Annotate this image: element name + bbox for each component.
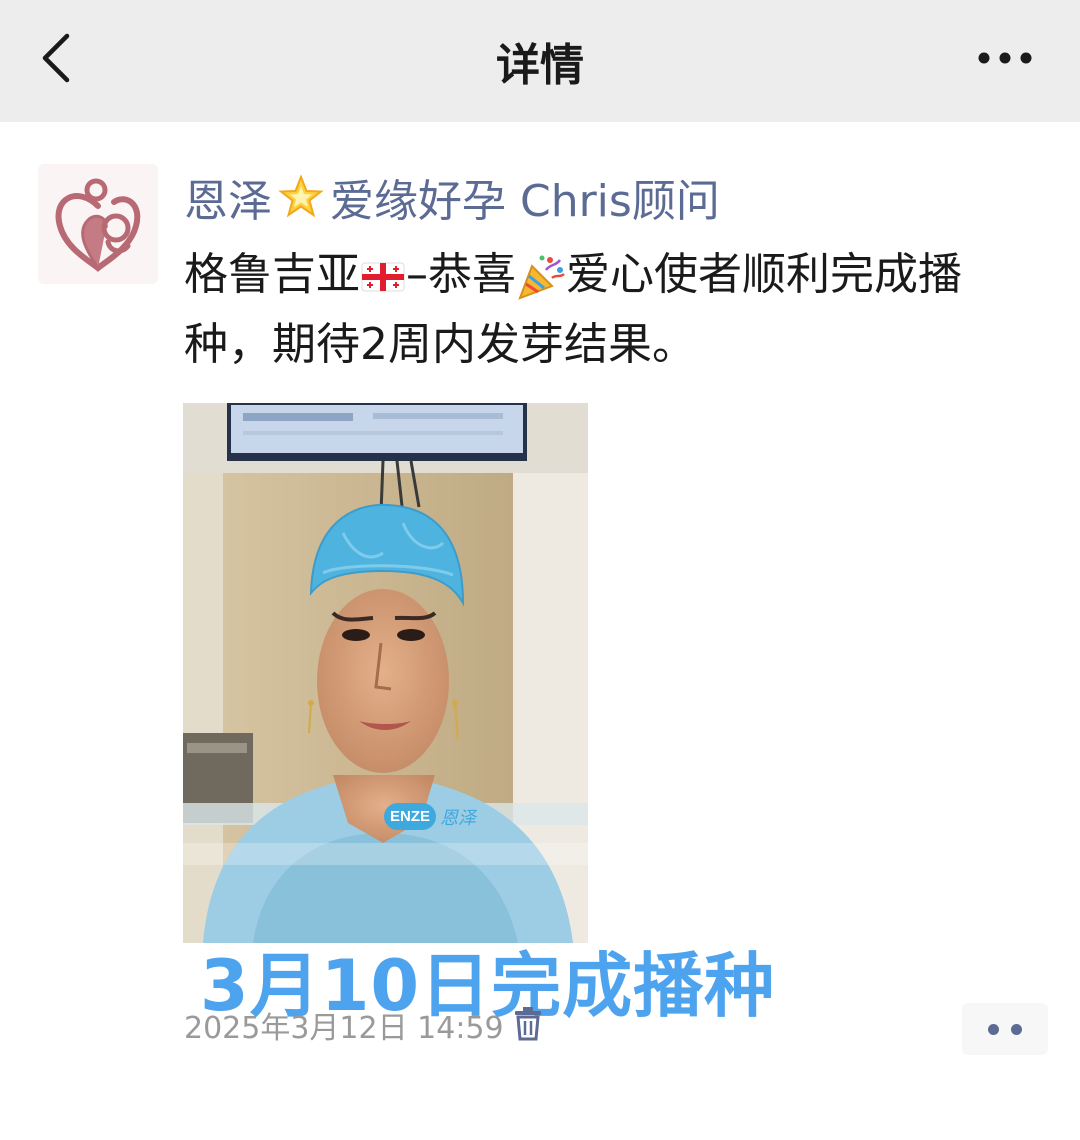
post-photo[interactable]: ENZE 恩泽 [183, 403, 588, 943]
delete-button[interactable] [508, 1004, 548, 1044]
more-horizontal-icon [978, 52, 1032, 64]
action-dot-icon [1011, 1023, 1022, 1035]
post-text-line1-b: –恭喜 [406, 249, 516, 300]
post-text-line1-c: 爱心使者顺利完成播 [566, 249, 962, 300]
post-text: 格鲁吉亚 –恭喜 爱心使者顺利完成播 种，期待2周内发芽结果。 [184, 240, 1044, 380]
clinic-patient-photo [183, 403, 588, 943]
post-text-line1-a: 格鲁吉亚 [184, 249, 360, 300]
trash-icon [515, 1007, 541, 1041]
watermark-text: 恩泽 [440, 807, 477, 829]
like-comment-button[interactable] [962, 1003, 1048, 1055]
author-name-part1: 恩泽 [184, 176, 272, 227]
glowing-star-icon [278, 174, 324, 218]
back-button[interactable] [28, 28, 84, 88]
party-popper-icon [518, 255, 565, 300]
georgia-flag-icon [361, 262, 405, 292]
photo-watermark: ENZE 恩泽 [384, 803, 476, 830]
heart-mother-child-logo-icon [55, 178, 141, 272]
post-timestamp: 2025年3月12日 14:59 [184, 1011, 504, 1046]
top-navigation-bar: 详情 [0, 0, 1080, 122]
more-options-button[interactable] [970, 36, 1040, 80]
chevron-left-icon [42, 33, 70, 83]
post-text-line2: 种，期待2周内发芽结果。 [184, 319, 696, 370]
author-name-link[interactable]: 恩泽 爱缘好孕 Chris顾问 [184, 168, 720, 227]
author-avatar[interactable] [38, 164, 158, 284]
author-name-part2: 爱缘好孕 Chris顾问 [330, 176, 720, 227]
page-title: 详情 [496, 40, 584, 91]
watermark-badge: ENZE [384, 803, 437, 830]
action-dot-icon [988, 1023, 999, 1035]
